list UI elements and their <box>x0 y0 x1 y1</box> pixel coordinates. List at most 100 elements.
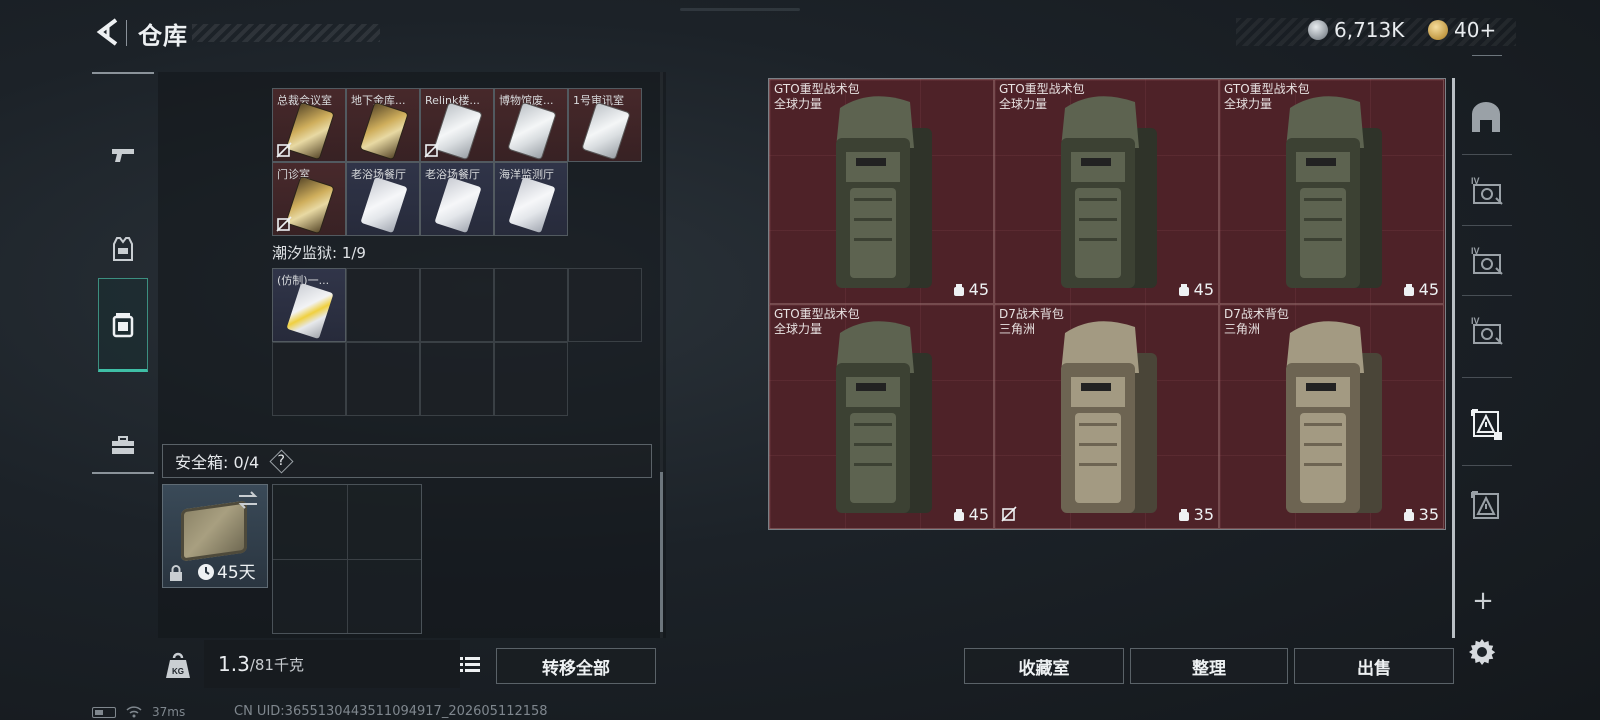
tab-separator <box>1462 154 1512 155</box>
key-card-image <box>286 282 334 340</box>
item-maker: 全球力量 <box>774 322 823 336</box>
storage-item[interactable]: GTO重型战术包 全球力量 45 <box>994 79 1219 304</box>
tidal-key-slot[interactable]: (仿制)一... <box>272 268 346 342</box>
back-button[interactable] <box>90 14 124 50</box>
item-name: D7战术背包 三角洲 <box>999 307 1064 337</box>
storage-tab-4[interactable]: IV <box>1456 300 1516 360</box>
capacity-icon <box>953 508 964 521</box>
transfer-all-button[interactable]: 转移全部 <box>496 648 656 684</box>
key-card-slot[interactable]: 老浴场餐厅 <box>420 162 494 236</box>
capacity-value: 45 <box>1193 280 1214 299</box>
key-card-slot[interactable]: 地下金库... <box>346 88 420 162</box>
vest-icon <box>113 237 133 261</box>
collection-room-button[interactable]: 收藏室 <box>964 648 1124 684</box>
item-title: GTO重型战术包 <box>774 307 860 321</box>
key-card-slot[interactable]: 海洋监测厅 <box>494 162 568 236</box>
svg-text:KG: KG <box>172 667 184 676</box>
gold-currency[interactable]: 40+ <box>1428 18 1496 42</box>
empty-slot[interactable] <box>272 342 346 416</box>
storage-scrollbar[interactable] <box>1452 78 1455 638</box>
title-stripe-decoration <box>192 24 380 42</box>
storage-iv-icon: IV <box>1471 316 1503 345</box>
back-arrow-icon <box>96 18 118 46</box>
silver-amount: 6,713K <box>1334 18 1405 42</box>
sell-button[interactable]: 出售 <box>1294 648 1454 684</box>
key-card-slot[interactable]: Relink楼... <box>420 88 494 162</box>
capacity-value: 35 <box>1418 505 1439 524</box>
tab-separator <box>1462 225 1512 226</box>
storage-item[interactable]: GTO重型战术包 全球力量 45 <box>1219 79 1444 304</box>
item-title: D7战术背包 <box>999 307 1064 321</box>
item-maker: 全球力量 <box>999 97 1048 111</box>
empty-slot[interactable] <box>494 268 568 342</box>
storage-grid: GTO重型战术包 全球力量 45 GTO重型战术包 全球力量 45 GTO重型战术包 全球力量… <box>768 78 1446 530</box>
add-storage-button[interactable]: + <box>1468 586 1498 616</box>
armory-arch-icon <box>1472 102 1500 132</box>
capacity-icon <box>1178 508 1189 521</box>
storage-tab-5[interactable] <box>1456 394 1516 454</box>
item-title: D7战术背包 <box>1224 307 1289 321</box>
storage-item[interactable]: GTO重型战术包 全球力量 45 <box>769 304 994 529</box>
sort-button[interactable]: 整理 <box>1130 648 1288 684</box>
page-title: 仓库 <box>138 22 188 50</box>
item-maker: 三角洲 <box>1224 322 1261 336</box>
item-maker: 全球力量 <box>774 97 823 111</box>
help-icon[interactable]: ? <box>269 449 293 473</box>
safe-box-slot[interactable]: 45天 <box>162 484 268 588</box>
safe-box-grid[interactable] <box>272 484 422 634</box>
left-scrollbar-thumb[interactable] <box>660 472 663 632</box>
silver-currency: 6,713K <box>1308 18 1404 42</box>
key-card-image <box>434 102 482 160</box>
empty-slot[interactable] <box>494 342 568 416</box>
capacity-value: 45 <box>968 505 989 524</box>
left-category-nav <box>92 72 154 474</box>
storage-tab-6[interactable] <box>1456 476 1516 536</box>
swap-icon[interactable] <box>237 491 259 509</box>
storage-tab-2[interactable]: IV <box>1456 160 1516 220</box>
storage-item[interactable]: D7战术背包 三角洲 35 <box>1219 304 1444 529</box>
ping-value: 37ms <box>152 705 186 719</box>
help-mark: ? <box>277 453 285 469</box>
key-card-slot[interactable]: 博物馆废... <box>494 88 568 162</box>
weight-bar: 1.3 /81千克 <box>204 640 460 688</box>
empty-slot[interactable] <box>420 268 494 342</box>
item-name: D7战术背包 三角洲 <box>1224 307 1289 337</box>
empty-slot[interactable] <box>346 342 420 416</box>
key-card-slot[interactable]: 1号审讯室 <box>568 88 642 162</box>
key-card-slot[interactable]: 门诊室 <box>272 162 346 236</box>
tab-separator <box>1462 465 1512 466</box>
storage-tab-1[interactable] <box>1456 88 1516 148</box>
storage-tab-3[interactable]: IV <box>1456 230 1516 290</box>
weight-value: 1.3 <box>218 652 250 676</box>
list-view-icon[interactable] <box>456 652 484 678</box>
item-capacity: 35 <box>1178 505 1214 524</box>
nav-bottom-line <box>92 472 154 474</box>
gold-amount: 40+ <box>1454 18 1497 42</box>
gear-icon[interactable] <box>1466 636 1498 668</box>
empty-slot[interactable] <box>346 268 420 342</box>
key-card-slot[interactable]: 老浴场餐厅 <box>346 162 420 236</box>
key-card-slot[interactable]: 总裁会议室 <box>272 88 346 162</box>
key-card-image <box>286 102 334 160</box>
capacity-value: 45 <box>1418 280 1439 299</box>
warning-storage-icon <box>1471 409 1502 440</box>
no-discard-icon <box>276 142 292 158</box>
empty-slot[interactable] <box>568 268 642 342</box>
key-card-image <box>434 176 482 234</box>
nav-weapons[interactable] <box>92 108 154 202</box>
backpack-image <box>1286 321 1382 513</box>
storage-item[interactable]: GTO重型战术包 全球力量 45 <box>769 79 994 304</box>
toolbox-icon <box>112 436 134 454</box>
nav-toolbox[interactable] <box>92 398 154 492</box>
tidal-prison-label: 潮汐监狱: 1/9 <box>272 244 366 262</box>
storage-item[interactable]: D7战术背包 三角洲 35 <box>994 304 1219 529</box>
nav-backpack[interactable] <box>98 278 148 372</box>
item-title: GTO重型战术包 <box>999 82 1085 96</box>
storage-iv-icon: IV <box>1471 176 1503 205</box>
empty-slot[interactable] <box>420 342 494 416</box>
silver-coin-icon <box>1308 20 1328 40</box>
header: 仓库 6,713K 40+ <box>0 0 1600 66</box>
backpack-image <box>1286 96 1382 288</box>
left-scrollbar[interactable] <box>660 72 663 638</box>
backpack-image <box>836 321 932 513</box>
